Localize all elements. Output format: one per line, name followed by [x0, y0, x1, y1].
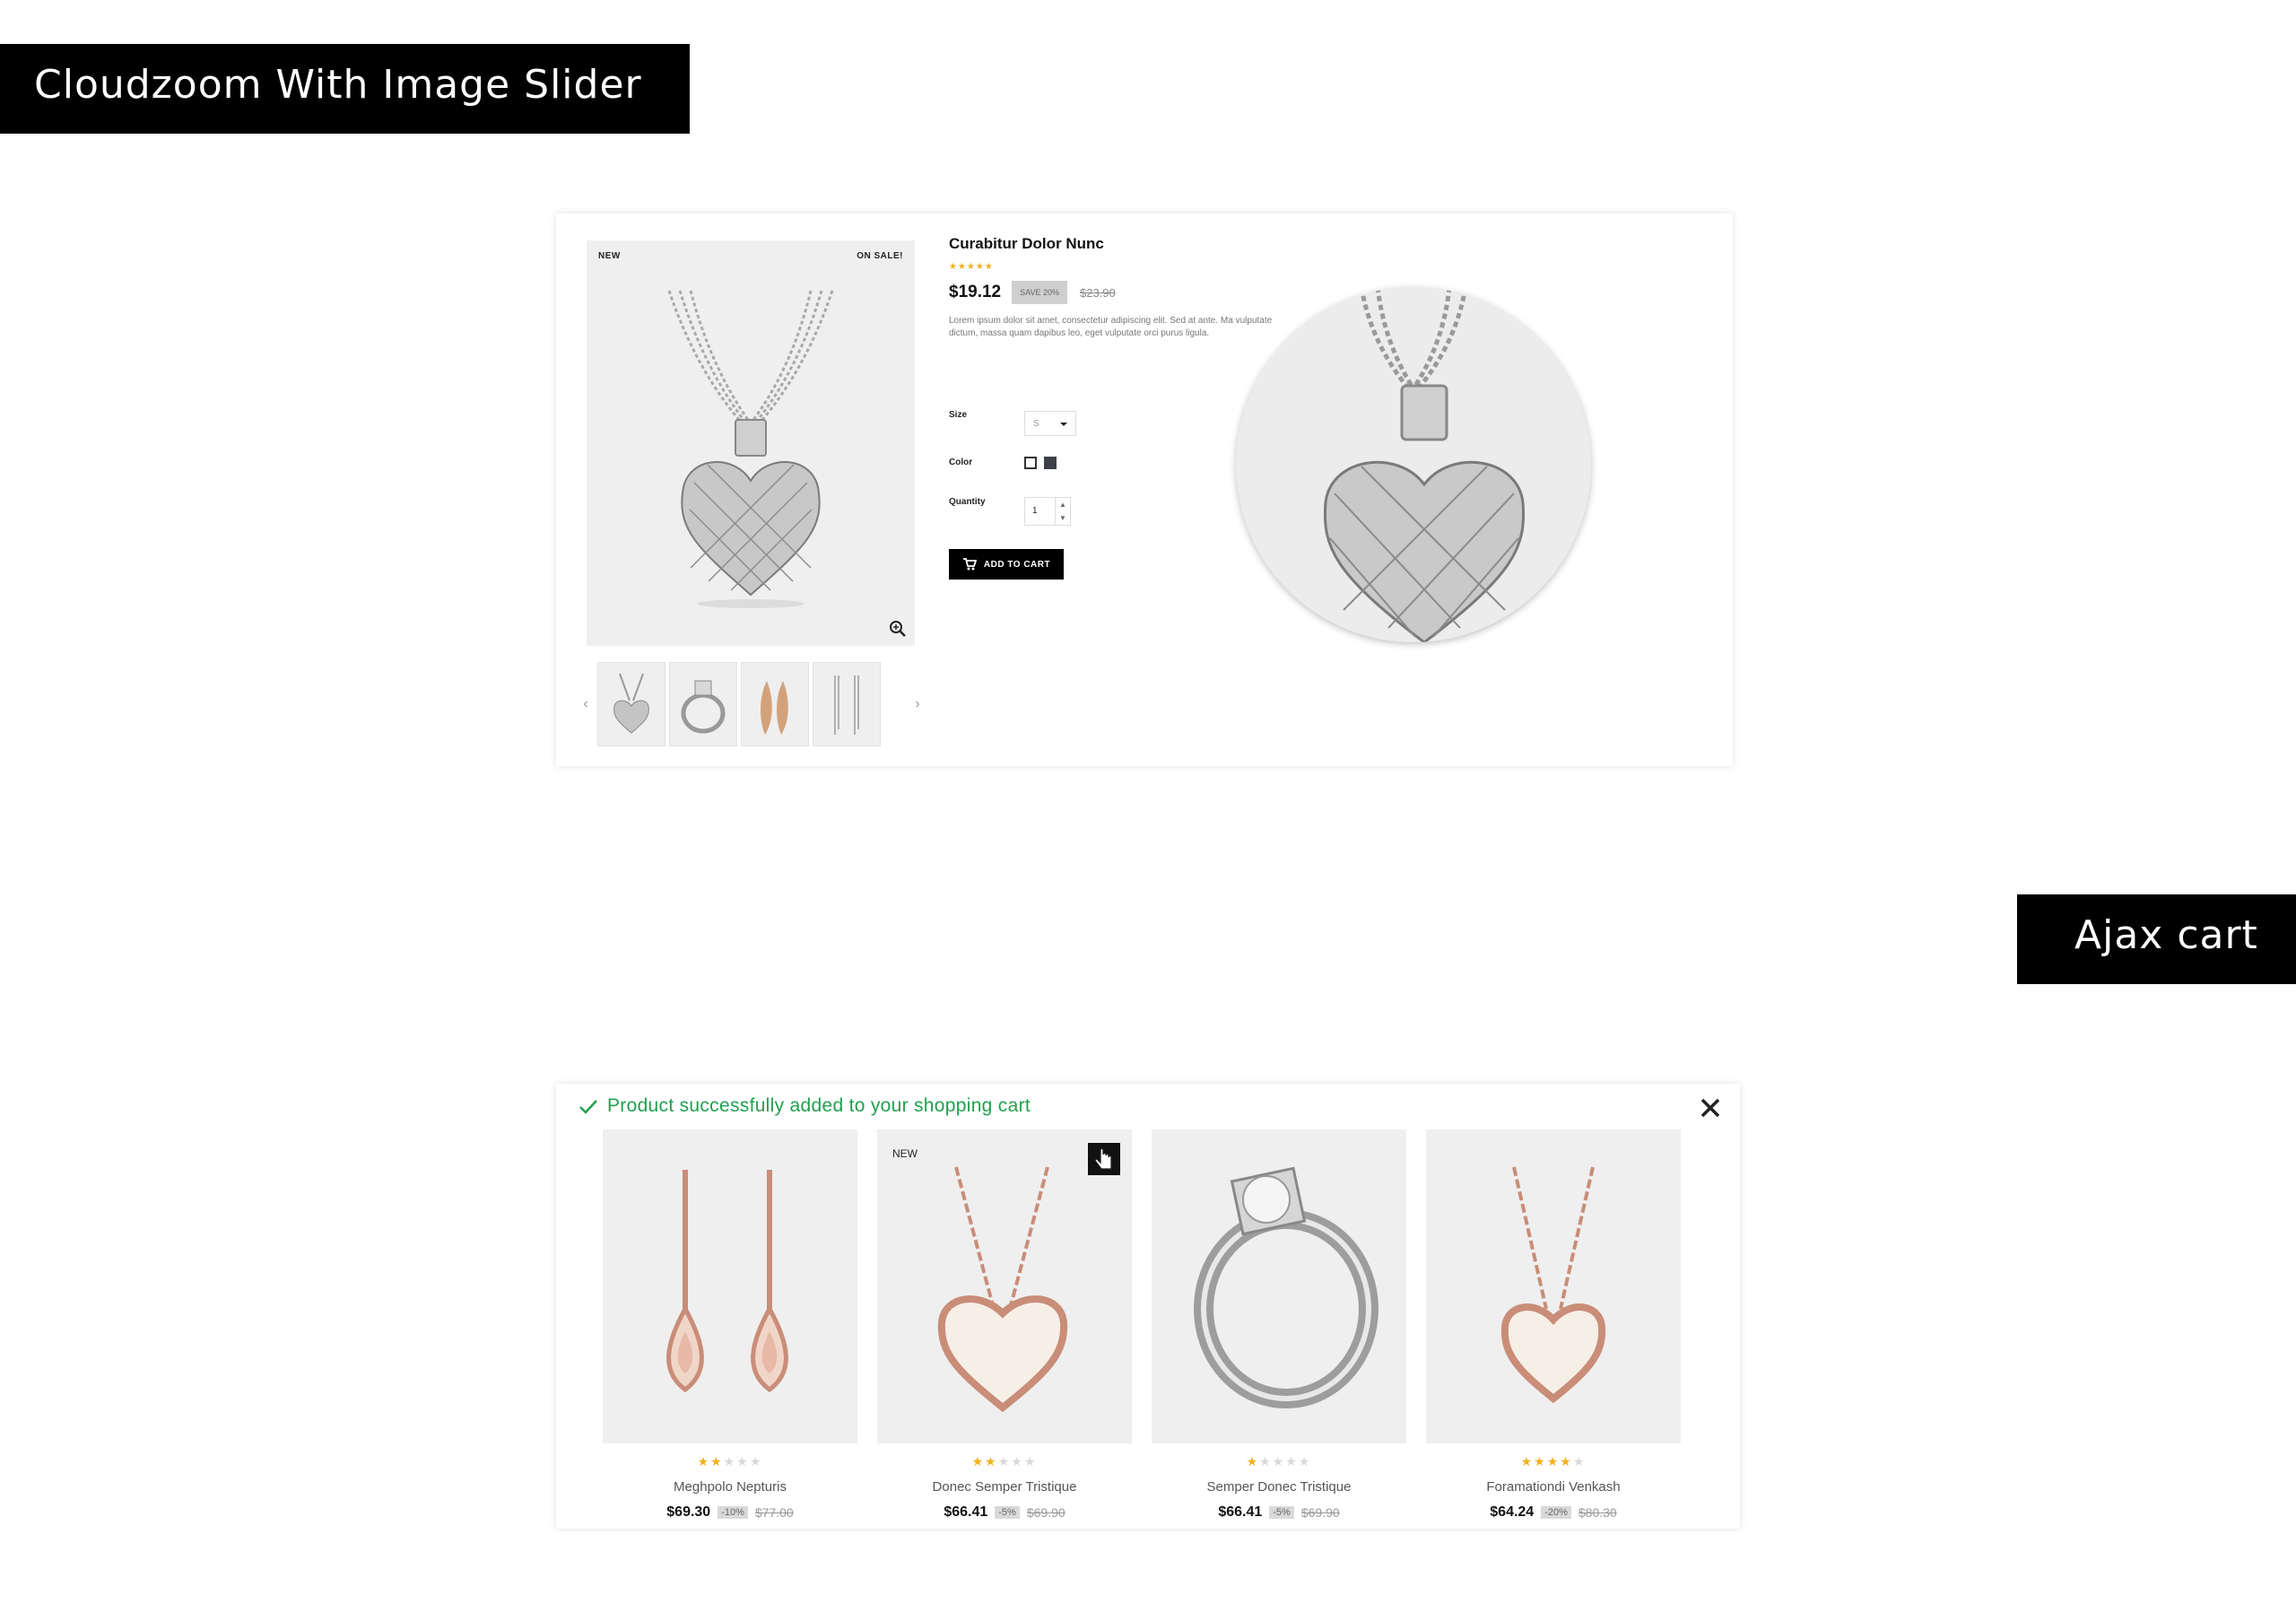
product-price: $69.30 — [666, 1504, 711, 1520]
product-image[interactable]: NEW — [877, 1129, 1132, 1443]
size-value: S — [1033, 419, 1039, 429]
heart-necklace-image — [1500, 1166, 1606, 1404]
thumbnail-leaf-earrings[interactable] — [741, 662, 809, 746]
product-card[interactable]: ★★★★★ Semper Donec Tristique $66.41 -5% … — [1152, 1129, 1406, 1524]
quantity-value: 1 — [1032, 506, 1038, 516]
slider-prev-icon[interactable]: ‹ — [579, 696, 592, 712]
slider-next-icon[interactable]: › — [911, 696, 924, 712]
old-price: $80.30 — [1578, 1505, 1617, 1520]
cart-icon — [962, 558, 977, 571]
product-price: $19.12 — [949, 283, 1002, 301]
discount-badge: -20% — [1541, 1506, 1571, 1519]
quantity-stepper[interactable]: 1 ▲ ▼ — [1024, 497, 1071, 526]
product-name[interactable]: Donec Semper Tristique — [877, 1479, 1132, 1495]
product-price: $66.41 — [944, 1504, 988, 1520]
success-text: Product successfully added to your shopp… — [607, 1095, 1031, 1116]
success-message: Product successfully added to your shopp… — [578, 1095, 1031, 1117]
product-card[interactable]: NEW ★★★★★ Donec Semper Tristique $66.41 … — [877, 1129, 1132, 1524]
product-card[interactable]: ★★★★★ Meghpolo Nepturis $69.30 -10% $77.… — [603, 1129, 857, 1524]
color-swatch-white[interactable] — [1024, 457, 1037, 469]
new-badge: NEW — [892, 1147, 918, 1160]
product-name[interactable]: Meghpolo Nepturis — [603, 1479, 857, 1495]
drop-earrings-image — [666, 1170, 788, 1393]
product-name[interactable]: Foramationdi Venkash — [1426, 1479, 1681, 1495]
cloudzoom-lens — [1236, 287, 1591, 642]
product-rating: ★★★★★ — [949, 262, 994, 272]
old-price: $23.90 — [1079, 285, 1116, 300]
color-label: Color — [949, 458, 973, 467]
product-rating: ★★★★★ — [1520, 1454, 1587, 1469]
quantity-label: Quantity — [949, 497, 986, 507]
old-price: $69.90 — [1026, 1505, 1065, 1520]
size-select[interactable]: S — [1024, 411, 1076, 436]
product-name: Curabitur Dolor Nunc — [949, 235, 1104, 252]
zoomed-pendant-image — [1323, 287, 1526, 642]
discount-badge: -10% — [718, 1506, 748, 1519]
thumbnail-diamond-ring[interactable] — [669, 662, 737, 746]
product-price-row: $69.30 -10% $77.00 — [603, 1504, 857, 1521]
product-price: $64.24 — [1490, 1504, 1535, 1520]
old-price: $69.90 — [1300, 1505, 1340, 1520]
chevron-down-icon — [1060, 423, 1067, 426]
old-price: $77.00 — [754, 1505, 794, 1520]
product-price-row: $66.41 -5% $69.90 — [1152, 1504, 1406, 1521]
add-to-cart-label: ADD TO CART — [983, 559, 1051, 570]
ajax-cart-banner: Ajax cart — [2017, 894, 2296, 984]
heart-necklace-image — [937, 1166, 1068, 1413]
discount-badge: -5% — [1269, 1506, 1294, 1519]
product-image[interactable] — [1426, 1129, 1681, 1443]
ajax-cart-modal: Product successfully added to your shopp… — [556, 1084, 1740, 1529]
quick-view-button[interactable] — [1088, 1143, 1120, 1175]
thumbnail-heart-pendant[interactable] — [597, 662, 665, 746]
discount-badge: SAVE 20% — [1012, 281, 1067, 304]
color-swatch-dark[interactable] — [1044, 457, 1057, 469]
product-price-row: $64.24 -20% $80.30 — [1426, 1504, 1681, 1521]
product-main-image[interactable]: NEW ON SALE! — [587, 240, 915, 646]
product-description: Lorem ipsum dolor sit amet, consectetur … — [949, 316, 1273, 338]
product-rating: ★★★★★ — [1246, 1454, 1312, 1469]
product-detail-panel: NEW ON SALE! ‹ › Curabitur Dolor Nunc ★★… — [556, 214, 1733, 766]
cloudzoom-banner: Cloudzoom With Image Slider — [0, 44, 690, 134]
product-rating: ★★★★★ — [971, 1454, 1038, 1469]
thumbnail-slider: ‹ › — [579, 662, 924, 748]
hand-cursor-icon — [1094, 1147, 1112, 1170]
diamond-ring-image — [1194, 1166, 1378, 1408]
thumbnail-chain-earrings[interactable] — [813, 662, 881, 746]
heart-pendant-image — [667, 290, 834, 608]
product-price: $66.41 — [1218, 1504, 1263, 1520]
product-price-row: $66.41 -5% $69.90 — [877, 1504, 1132, 1521]
add-to-cart-button[interactable]: ADD TO CART — [949, 549, 1064, 580]
checkmark-icon — [579, 1100, 597, 1114]
product-image[interactable] — [1152, 1129, 1406, 1443]
product-rating: ★★★★★ — [697, 1454, 763, 1469]
product-image[interactable] — [603, 1129, 857, 1443]
discount-badge: -5% — [995, 1506, 1020, 1519]
zoom-in-icon[interactable] — [888, 619, 908, 639]
size-label: Size — [949, 410, 968, 420]
product-card[interactable]: ★★★★★ Foramationdi Venkash $64.24 -20% $… — [1426, 1129, 1681, 1524]
quantity-arrows[interactable]: ▲ ▼ — [1055, 498, 1070, 525]
close-icon[interactable] — [1699, 1096, 1722, 1120]
product-name[interactable]: Semper Donec Tristique — [1152, 1479, 1406, 1495]
